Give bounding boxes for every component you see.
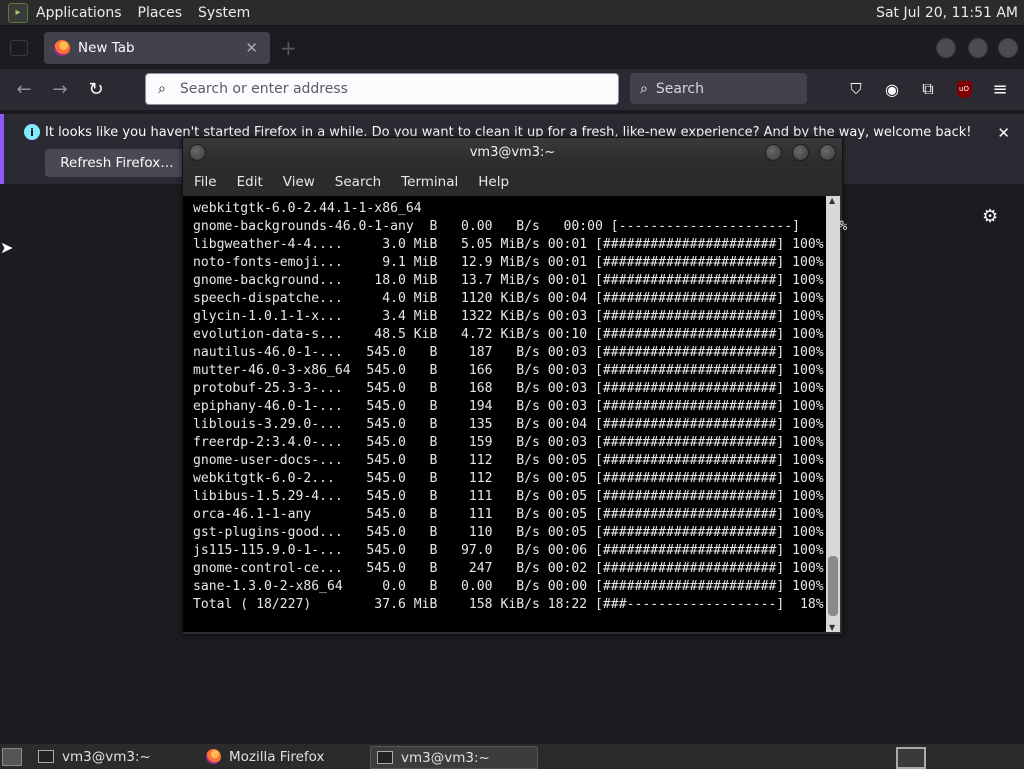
- back-arrow-icon[interactable]: ←: [12, 77, 36, 101]
- menu-places[interactable]: Places: [138, 5, 183, 21]
- menu-system[interactable]: System: [198, 5, 250, 21]
- terminal-window[interactable]: vm3@vm3:~ File Edit View Search Terminal…: [182, 137, 847, 635]
- terminal-row: noto-fonts-emoji... 9.1 MiB 12.9 MiB/s 0…: [193, 255, 824, 270]
- terminal-row: nautilus-46.0-1-... 545.0 B 187 B/s 00:0…: [193, 345, 824, 360]
- terminal-row: webkitgtk-6.0-2... 545.0 B 112 B/s 00:05…: [193, 471, 824, 486]
- scrollbar-thumb[interactable]: [828, 556, 838, 616]
- firefox-favicon-icon: [54, 40, 70, 56]
- taskbar-item-label: vm3@vm3:~: [62, 748, 151, 765]
- taskbar: vm3@vm3:~ Mozilla Firefox vm3@vm3:~: [0, 743, 1024, 769]
- scroll-up-icon[interactable]: ▲: [829, 196, 835, 205]
- new-tab-button[interactable]: +: [280, 36, 297, 60]
- tab-title: New Tab: [78, 40, 135, 56]
- terminal-row: gnome-control-ce... 545.0 B 247 B/s 00:0…: [193, 561, 824, 576]
- scroll-down-icon[interactable]: ▼: [829, 623, 835, 632]
- terminal-row: glycin-1.0.1-1-x... 3.4 MiB 1322 KiB/s 0…: [193, 309, 824, 324]
- search-icon: ⌕: [158, 81, 166, 97]
- reload-icon[interactable]: ↻: [84, 77, 108, 101]
- menu-edit[interactable]: Edit: [237, 174, 263, 190]
- terminal-row: speech-dispatche... 4.0 MiB 1120 KiB/s 0…: [193, 291, 824, 306]
- terminal-text: webkitgtk-6.0-2.44.1-1-x86_64 gnome-back…: [183, 196, 847, 614]
- menu-file[interactable]: File: [194, 174, 217, 190]
- terminal-row: evolution-data-s... 48.5 KiB 4.72 KiB/s …: [193, 327, 824, 342]
- menu-terminal[interactable]: Terminal: [401, 174, 458, 190]
- notification-close-icon[interactable]: ✕: [997, 124, 1010, 142]
- firefox-navbar: ← → ↻ ⌕ Search or enter address ⌕ Search…: [0, 69, 1024, 110]
- taskbar-item-terminal-2[interactable]: vm3@vm3:~: [370, 746, 538, 769]
- terminal-row: epiphany-46.0-1-... 545.0 B 194 B/s 00:0…: [193, 399, 824, 414]
- distro-logo-icon[interactable]: ▸: [8, 2, 28, 23]
- pocket-icon[interactable]: ⛉: [844, 77, 868, 101]
- info-icon: i: [24, 124, 40, 140]
- taskbar-item-label: Mozilla Firefox: [229, 748, 325, 765]
- terminal-titlebar[interactable]: vm3@vm3:~: [183, 138, 842, 166]
- terminal-row: Total ( 18/227) 37.6 MiB 158 KiB/s 18:22…: [193, 597, 824, 612]
- taskbar-item-label: vm3@vm3:~: [401, 749, 490, 766]
- gear-icon[interactable]: ⚙: [982, 206, 998, 227]
- terminal-maximize-button[interactable]: [792, 144, 809, 161]
- mouse-pointer-icon: ➤: [0, 238, 14, 257]
- terminal-minimize-button[interactable]: [765, 144, 782, 161]
- terminal-row: liblouis-3.29.0-... 545.0 B 135 B/s 00:0…: [193, 417, 824, 432]
- terminal-row: gnome-user-docs-... 545.0 B 112 B/s 00:0…: [193, 453, 824, 468]
- terminal-row: libgweather-4-4.... 3.0 MiB 5.05 MiB/s 0…: [193, 237, 824, 252]
- terminal-row: orca-46.1-1-any 545.0 B 111 B/s 00:05 [#…: [193, 507, 824, 522]
- terminal-close-button[interactable]: [819, 144, 836, 161]
- terminal-icon: [38, 750, 54, 763]
- terminal-row: js115-115.9.0-1-... 545.0 B 97.0 B/s 00:…: [193, 543, 824, 558]
- terminal-row: gnome-background... 18.0 MiB 13.7 MiB/s …: [193, 273, 824, 288]
- firefox-tabbar: New Tab ✕ +: [0, 26, 1024, 69]
- top-panel: ▸ Applications Places System Sat Jul 20,…: [0, 0, 1024, 26]
- taskbar-item-firefox[interactable]: Mozilla Firefox: [200, 746, 364, 767]
- menu-applications[interactable]: Applications: [36, 5, 122, 21]
- menu-view[interactable]: View: [283, 174, 315, 190]
- forward-arrow-icon[interactable]: →: [48, 77, 72, 101]
- panel-clock[interactable]: Sat Jul 20, 11:51 AM: [876, 5, 1018, 21]
- terminal-row: gst-plugins-good... 545.0 B 110 B/s 00:0…: [193, 525, 824, 540]
- url-placeholder: Search or enter address: [179, 81, 348, 97]
- terminal-title: vm3@vm3:~: [469, 145, 556, 160]
- show-desktop-icon[interactable]: [2, 748, 22, 766]
- maximize-button[interactable]: [968, 38, 988, 58]
- terminal-row: libibus-1.5.29-4... 545.0 B 111 B/s 00:0…: [193, 489, 824, 504]
- terminal-row: freerdp-2:3.4.0-... 545.0 B 159 B/s 00:0…: [193, 435, 824, 450]
- refresh-firefox-button[interactable]: Refresh Firefox…: [45, 149, 189, 177]
- minimize-button[interactable]: [936, 38, 956, 58]
- terminal-row: sane-1.3.0-2-x86_64 0.0 B 0.00 B/s 00:00…: [193, 579, 824, 594]
- url-input[interactable]: ⌕ Search or enter address: [145, 73, 619, 105]
- tab-list-icon[interactable]: [10, 40, 28, 56]
- extensions-icon[interactable]: ⧉: [916, 77, 940, 101]
- search-input[interactable]: ⌕ Search: [630, 73, 807, 104]
- terminal-row: mutter-46.0-3-x86_64 545.0 B 166 B/s 00:…: [193, 363, 824, 378]
- search-icon: ⌕: [640, 80, 648, 97]
- terminal-icon: [377, 751, 393, 764]
- terminal-row: protobuf-25.3-3-... 545.0 B 168 B/s 00:0…: [193, 381, 824, 396]
- hamburger-menu-icon[interactable]: ≡: [988, 77, 1012, 101]
- account-icon[interactable]: ◉: [880, 77, 904, 101]
- terminal-scrollbar[interactable]: ▲ ▼: [826, 196, 840, 632]
- ublock-origin-icon[interactable]: uO: [952, 77, 976, 101]
- search-placeholder: Search: [655, 80, 704, 97]
- terminal-row: gnome-backgrounds-46.0-1-any B 0.00 B/s …: [193, 219, 848, 234]
- menu-help[interactable]: Help: [478, 174, 509, 190]
- firefox-icon: [206, 749, 221, 764]
- terminal-output[interactable]: webkitgtk-6.0-2.44.1-1-x86_64 gnome-back…: [183, 196, 847, 632]
- terminal-header-line: webkitgtk-6.0-2.44.1-1-x86_64: [193, 201, 422, 216]
- menu-search[interactable]: Search: [335, 174, 381, 190]
- workspace-switcher[interactable]: [896, 747, 926, 769]
- taskbar-item-terminal-1[interactable]: vm3@vm3:~: [32, 746, 192, 767]
- tab-new-tab[interactable]: New Tab ✕: [44, 32, 270, 64]
- tab-close-icon[interactable]: ✕: [245, 39, 258, 57]
- close-window-button[interactable]: [998, 38, 1018, 58]
- terminal-menubar: File Edit View Search Terminal Help: [183, 168, 842, 196]
